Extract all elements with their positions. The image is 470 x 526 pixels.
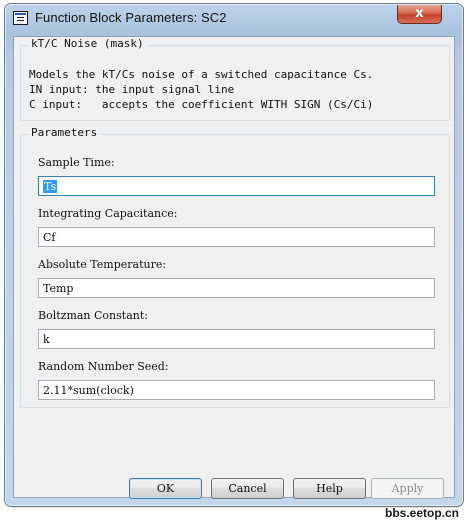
- cancel-button[interactable]: Cancel: [211, 478, 284, 499]
- sample-time-label: Sample Time:: [38, 156, 115, 169]
- mask-legend: kT/C Noise (mask): [28, 37, 147, 50]
- sample-time-field[interactable]: Ts: [38, 176, 435, 196]
- close-icon: x: [415, 6, 424, 21]
- help-button[interactable]: Help: [293, 478, 366, 499]
- dialog-window: Function Block Parameters: SC2 x kT/C No…: [4, 3, 464, 507]
- absolute-temperature-field[interactable]: Temp: [38, 278, 435, 298]
- random-number-seed-field[interactable]: 2.11*sum(clock): [38, 380, 435, 400]
- absolute-temperature-label: Absolute Temperature:: [38, 258, 167, 271]
- window-title: Function Block Parameters: SC2: [35, 10, 227, 25]
- boltzman-constant-label: Boltzman Constant:: [38, 309, 148, 322]
- block-parameters-icon: [13, 11, 28, 25]
- title-bar[interactable]: Function Block Parameters: SC2: [5, 4, 463, 34]
- description-line-3: C input: accepts the coefficient WITH SI…: [29, 98, 374, 111]
- mask-description-group: kT/C Noise (mask) Models the kT/Cs noise…: [20, 37, 450, 121]
- dialog-client-area: kT/C Noise (mask) Models the kT/Cs noise…: [13, 36, 455, 499]
- description-line-2: IN input: the input signal line: [29, 83, 235, 96]
- ok-button[interactable]: OK: [129, 478, 202, 499]
- site-watermark: bbs.eetop.cn: [385, 506, 460, 520]
- sample-time-value: Ts: [43, 180, 58, 193]
- description-line-1: Models the kT/Cs noise of a switched cap…: [29, 68, 374, 81]
- random-number-seed-label: Random Number Seed:: [38, 360, 169, 373]
- close-button[interactable]: x: [397, 5, 442, 24]
- integrating-capacitance-label: Integrating Capacitance:: [38, 207, 178, 220]
- integrating-capacitance-field[interactable]: Cf: [38, 227, 435, 247]
- parameters-legend: Parameters: [28, 126, 101, 139]
- apply-button[interactable]: Apply: [371, 478, 444, 499]
- boltzman-constant-field[interactable]: k: [38, 329, 435, 349]
